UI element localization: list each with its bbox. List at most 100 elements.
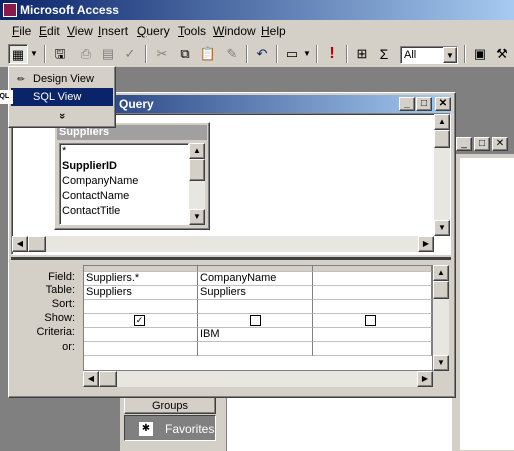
save-icon[interactable]: 🖫 (50, 44, 70, 64)
field-list-scrollbar[interactable]: ▲ ▼ (189, 143, 205, 225)
row-label-or: or: (62, 341, 75, 353)
database-window-titlebar: _ □ ✕ (452, 134, 514, 154)
print-preview-icon[interactable]: ▤ (98, 44, 118, 64)
grid-cell-or[interactable] (198, 342, 313, 356)
database-list-pane (226, 395, 452, 451)
minimize-icon[interactable]: _ (399, 97, 415, 111)
grid-hscroll[interactable]: ◀ ▶ (83, 371, 433, 387)
maximize-icon[interactable]: □ (416, 97, 432, 111)
show-table-icon[interactable]: ⊞ (352, 44, 372, 64)
grid-cell-criteria[interactable]: IBM (198, 328, 313, 342)
grid-cell-field[interactable]: CompanyName (198, 272, 313, 286)
field-item[interactable]: CompanyName (62, 175, 138, 187)
menu-item-design-view[interactable]: ✏ Design View (11, 70, 113, 88)
view-dropdown-arrow[interactable]: ▼ (28, 44, 40, 64)
menu-query[interactable]: Query (137, 24, 170, 38)
totals-icon[interactable]: Σ (374, 44, 394, 64)
chevron-left-icon[interactable]: ◀ (12, 236, 28, 252)
scroll-thumb[interactable] (99, 371, 117, 387)
scroll-thumb[interactable] (434, 130, 450, 148)
app-title-bar: Microsoft Access (0, 0, 514, 20)
access-icon[interactable] (3, 3, 17, 17)
menu-item-sql-view[interactable]: SQL SQL View (0, 88, 113, 106)
paste-icon[interactable]: 📋 (198, 44, 218, 64)
more-items-chevron[interactable]: » (53, 109, 71, 123)
grid-cell-field[interactable]: Suppliers.* (84, 272, 198, 286)
query-window: Query _ □ ✕ Suppliers * SupplierID Compa… (8, 92, 456, 398)
grid-cell-table[interactable]: Suppliers (198, 286, 313, 300)
show-checkbox[interactable] (365, 315, 376, 326)
grid-cell-criteria[interactable] (313, 328, 432, 342)
menu-file[interactable]: File (12, 24, 31, 38)
chevron-up-icon[interactable]: ▲ (433, 265, 449, 281)
close-icon[interactable]: ✕ (492, 137, 508, 151)
show-checkbox-checked[interactable]: ✓ (134, 315, 145, 326)
build-icon[interactable]: ⚒ (492, 44, 512, 64)
top-values-combo[interactable]: All ▼ (400, 46, 458, 64)
chevron-down-icon[interactable]: ▼ (443, 47, 457, 63)
view-button[interactable]: ▦ (8, 44, 28, 64)
menu-view[interactable]: View (67, 24, 93, 38)
top-values-value: All (404, 49, 417, 61)
field-item[interactable]: * (62, 145, 66, 157)
pane-splitter[interactable] (11, 257, 451, 260)
chevron-right-icon[interactable]: ▶ (417, 371, 433, 387)
field-item[interactable]: SupplierID (62, 160, 117, 172)
menu-insert[interactable]: Insert (98, 24, 128, 38)
scroll-thumb[interactable] (28, 236, 46, 252)
grid-cell-field[interactable] (313, 272, 432, 286)
field-item[interactable]: ContactTitle (62, 205, 120, 217)
menu-tools[interactable]: Tools (178, 24, 206, 38)
undo-icon[interactable]: ↶ (252, 44, 272, 64)
grid-vscroll[interactable]: ▲ ▼ (433, 265, 449, 371)
suppliers-table-box[interactable]: Suppliers * SupplierID CompanyName Conta… (54, 122, 210, 230)
grid-cell-show[interactable] (313, 314, 432, 328)
row-label-criteria: Criteria: (36, 326, 75, 338)
show-checkbox[interactable] (250, 315, 261, 326)
chevron-up-icon[interactable]: ▲ (189, 143, 205, 159)
print-icon[interactable]: ⎙ (76, 44, 96, 64)
maximize-icon[interactable]: □ (474, 137, 490, 151)
grid-cell-or[interactable] (313, 342, 432, 356)
grid-cell-sort[interactable] (313, 300, 432, 314)
favorites-button[interactable]: ✱ Favorites (124, 415, 216, 441)
table-pane-vscroll[interactable]: ▲ ▼ (434, 114, 450, 236)
grid-cell-sort[interactable] (198, 300, 313, 314)
spelling-icon[interactable]: ✓ (120, 44, 140, 64)
run-icon[interactable]: ! (322, 44, 342, 64)
chevron-down-icon[interactable]: ▼ (189, 209, 205, 225)
scroll-thumb[interactable] (433, 281, 449, 299)
query-design-grid: Suppliers.* Suppliers ✓ CompanyName Supp… (83, 265, 433, 371)
grid-cell-table[interactable]: Suppliers (84, 286, 198, 300)
chevron-right-icon[interactable]: ▶ (418, 236, 434, 252)
minimize-icon[interactable]: _ (456, 137, 472, 151)
grid-cell-sort[interactable] (84, 300, 198, 314)
grid-cell-criteria[interactable] (84, 328, 198, 342)
menu-item-label: Design View (33, 73, 94, 85)
format-painter-icon[interactable]: ✎ (222, 44, 242, 64)
scroll-thumb[interactable] (189, 159, 205, 181)
grid-cell-or[interactable] (84, 342, 198, 356)
properties-icon[interactable]: ▣ (470, 44, 490, 64)
field-item[interactable]: ContactName (62, 190, 129, 202)
menu-window[interactable]: Window (213, 24, 256, 38)
copy-icon[interactable]: ⧉ (175, 44, 195, 64)
grid-cell-table[interactable] (313, 286, 432, 300)
query-type-icon[interactable]: ▭ (282, 44, 302, 64)
row-label-field: Field: (48, 271, 75, 283)
design-view-icon: ✏ (17, 74, 25, 84)
menu-edit[interactable]: Edit (39, 24, 60, 38)
table-pane-hscroll[interactable]: ◀ ▶ (12, 236, 434, 252)
chevron-down-icon[interactable]: ▼ (434, 220, 450, 236)
view-dropdown-menu: ✏ Design View SQL SQL View » (0, 66, 116, 128)
grid-cell-show[interactable]: ✓ (84, 314, 198, 328)
chevron-up-icon[interactable]: ▲ (434, 114, 450, 130)
query-type-arrow[interactable]: ▼ (302, 44, 312, 64)
chevron-left-icon[interactable]: ◀ (83, 371, 99, 387)
menu-help[interactable]: Help (261, 24, 286, 38)
groups-button[interactable]: Groups (124, 397, 216, 414)
close-icon[interactable]: ✕ (435, 97, 451, 111)
cut-icon[interactable]: ✂ (152, 44, 172, 64)
grid-cell-show[interactable] (198, 314, 313, 328)
chevron-down-icon[interactable]: ▼ (433, 355, 449, 371)
